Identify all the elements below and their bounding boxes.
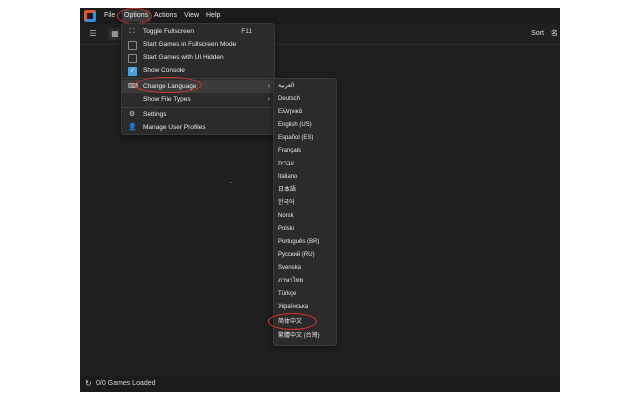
menu-item-show-file-types[interactable]: Show File Types ›	[122, 93, 274, 106]
checkbox-unchecked-icon[interactable]	[128, 41, 137, 50]
refresh-icon[interactable]: ↻	[85, 379, 92, 389]
menu-options[interactable]: Options	[122, 10, 151, 22]
language-item[interactable]: Deutsch	[278, 93, 300, 106]
menu-item-label: Start Games with UI Hidden	[143, 54, 224, 61]
menu-bar: File Options Actions View Help	[80, 8, 560, 24]
status-bar: ↻ 0/0 Games Loaded	[80, 376, 560, 392]
menu-actions[interactable]: Actions	[154, 10, 177, 22]
language-item[interactable]: Italiano	[278, 171, 297, 184]
menu-item-label: Settings	[143, 111, 167, 118]
language-item[interactable]: Українська	[278, 301, 308, 314]
menu-item-label: Toggle Fullscreen	[143, 28, 194, 35]
menu-item-start-ui-hidden[interactable]: Start Games with UI Hidden	[122, 51, 274, 64]
language-item[interactable]: 繁體中文 (台灣)	[278, 330, 320, 343]
menu-item-change-language[interactable]: ⌨ Change Language ›	[122, 80, 274, 93]
checkbox-checked-icon[interactable]: ✓	[128, 67, 137, 76]
menu-item-start-fullscreen[interactable]: Start Games in Fullscreen Mode	[122, 38, 274, 51]
chevron-right-icon: ›	[267, 96, 270, 103]
language-item[interactable]: Polski	[278, 223, 294, 236]
language-item[interactable]: עברית	[278, 158, 294, 171]
language-item-simplified-chinese[interactable]: 简体中文	[278, 316, 302, 329]
menu-item-settings[interactable]: ⚙ Settings	[122, 108, 274, 121]
menu-item-label: Start Games in Fullscreen Mode	[143, 41, 237, 48]
language-item[interactable]: العربية	[278, 80, 294, 93]
menu-item-label: Manage User Profiles	[143, 124, 206, 131]
app-logo-icon	[84, 10, 96, 22]
language-item[interactable]: Русский (RU)	[278, 249, 315, 262]
menu-item-label: Change Language	[143, 83, 197, 90]
menu-item-label: Show File Types	[143, 96, 191, 103]
grid-view-icon[interactable]: ▦	[108, 28, 122, 40]
menu-item-toggle-fullscreen[interactable]: ⛶ Toggle Fullscreen F11	[122, 25, 274, 38]
language-item[interactable]: Norsk	[278, 210, 294, 223]
checkbox-unchecked-icon[interactable]	[128, 54, 137, 63]
fullscreen-icon: ⛶	[129, 28, 135, 35]
language-item[interactable]: Svenska	[278, 262, 301, 275]
hamburger-icon[interactable]: ☰	[86, 28, 100, 40]
language-item[interactable]: English (US)	[278, 119, 312, 132]
language-item[interactable]: Français	[278, 145, 301, 158]
language-icon: ⌨	[128, 83, 139, 90]
chevron-right-icon: ›	[267, 83, 270, 90]
language-item[interactable]: 한국어	[278, 197, 295, 210]
menu-item-label: Show Console	[143, 67, 185, 74]
language-item[interactable]: Português (BR)	[278, 236, 319, 249]
language-submenu: العربية Deutsch Ελληνικά English (US) Es…	[273, 78, 337, 346]
sort-label[interactable]: Sort	[531, 27, 544, 41]
shortcut-label: F11	[241, 28, 252, 35]
sort-name-icon[interactable]: 名	[551, 27, 558, 41]
games-loaded-status: 0/0 Games Loaded	[96, 380, 156, 387]
stray-dot	[230, 182, 232, 183]
menu-item-show-console[interactable]: ✓ Show Console	[122, 64, 274, 77]
menu-help[interactable]: Help	[206, 10, 220, 22]
menu-view[interactable]: View	[184, 10, 199, 22]
language-item[interactable]: ภาษาไทย	[278, 275, 303, 288]
user-icon: 👤	[128, 124, 137, 131]
menu-item-manage-user-profiles[interactable]: 👤 Manage User Profiles	[122, 121, 274, 134]
language-item[interactable]: Ελληνικά	[278, 106, 302, 119]
menu-separator	[122, 78, 274, 79]
gear-icon: ⚙	[128, 111, 136, 118]
language-item[interactable]: 日本語	[278, 184, 296, 197]
language-item[interactable]: Español (ES)	[278, 132, 313, 145]
language-item[interactable]: Türkçe	[278, 288, 296, 301]
options-dropdown: ⛶ Toggle Fullscreen F11 Start Games in F…	[121, 23, 275, 135]
menu-file[interactable]: File	[104, 10, 115, 22]
